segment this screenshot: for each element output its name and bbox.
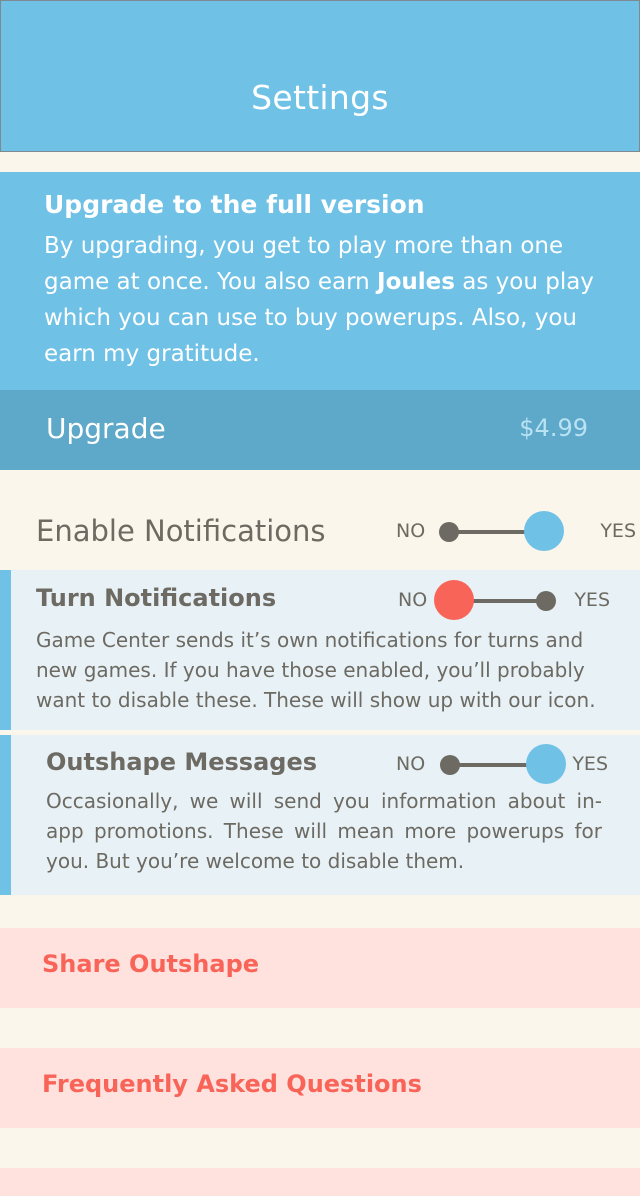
turn-notifications-section: Turn Notifications NO YES Game Center se… [0,570,640,730]
upgrade-panel: Upgrade to the full version By upgrading… [0,172,640,390]
outshape-messages-description: Occasionally, we will send you informati… [46,789,602,873]
header-bar: Settings [0,0,640,152]
upgrade-price: $4.99 [519,414,588,442]
toggle-knob[interactable] [524,511,564,551]
toggle-no-label: NO [398,589,428,611]
turn-notifications-description: Game Center sends it’s own notifications… [36,628,596,712]
upgrade-button-label: Upgrade [46,412,166,445]
share-outshape-label: Share Outshape [42,950,260,978]
enable-notifications-label: Enable Notifications [36,514,326,548]
section-accent-bar [0,570,11,730]
turn-notifications-toggle[interactable]: NO YES [398,578,610,622]
outshape-messages-toggle[interactable]: NO YES [396,742,608,786]
upgrade-description: By upgrading, you get to play more than … [44,228,604,372]
enable-notifications-toggle[interactable]: NO YES [396,509,636,553]
toggle-yes-label: YES [572,753,608,775]
section-accent-bar [0,735,11,895]
toggle-stop-dot [439,522,459,542]
outshape-messages-section: Outshape Messages NO YES Occasionally, w… [0,735,640,895]
toggle-no-label: NO [396,753,426,775]
faq-button[interactable]: Frequently Asked Questions [0,1048,640,1128]
upgrade-title: Upgrade to the full version [44,190,425,219]
toggle-stop-dot [536,591,556,611]
toggle-yes-label: YES [574,589,610,611]
share-outshape-button[interactable]: Share Outshape [0,928,640,1008]
next-menu-row[interactable] [0,1168,640,1196]
toggle-knob[interactable] [434,580,474,620]
page-title: Settings [251,77,389,117]
toggle-yes-label: YES [600,520,636,542]
upgrade-button[interactable]: Upgrade $4.99 [0,390,640,470]
toggle-no-label: NO [396,520,426,542]
enable-notifications-row: Enable Notifications NO YES [0,490,640,570]
toggle-knob[interactable] [526,744,566,784]
turn-notifications-title: Turn Notifications [36,584,277,612]
toggle-stop-dot [440,755,460,775]
faq-label: Frequently Asked Questions [42,1070,422,1098]
outshape-messages-title: Outshape Messages [46,748,318,776]
joules-highlight: Joules [377,269,455,295]
